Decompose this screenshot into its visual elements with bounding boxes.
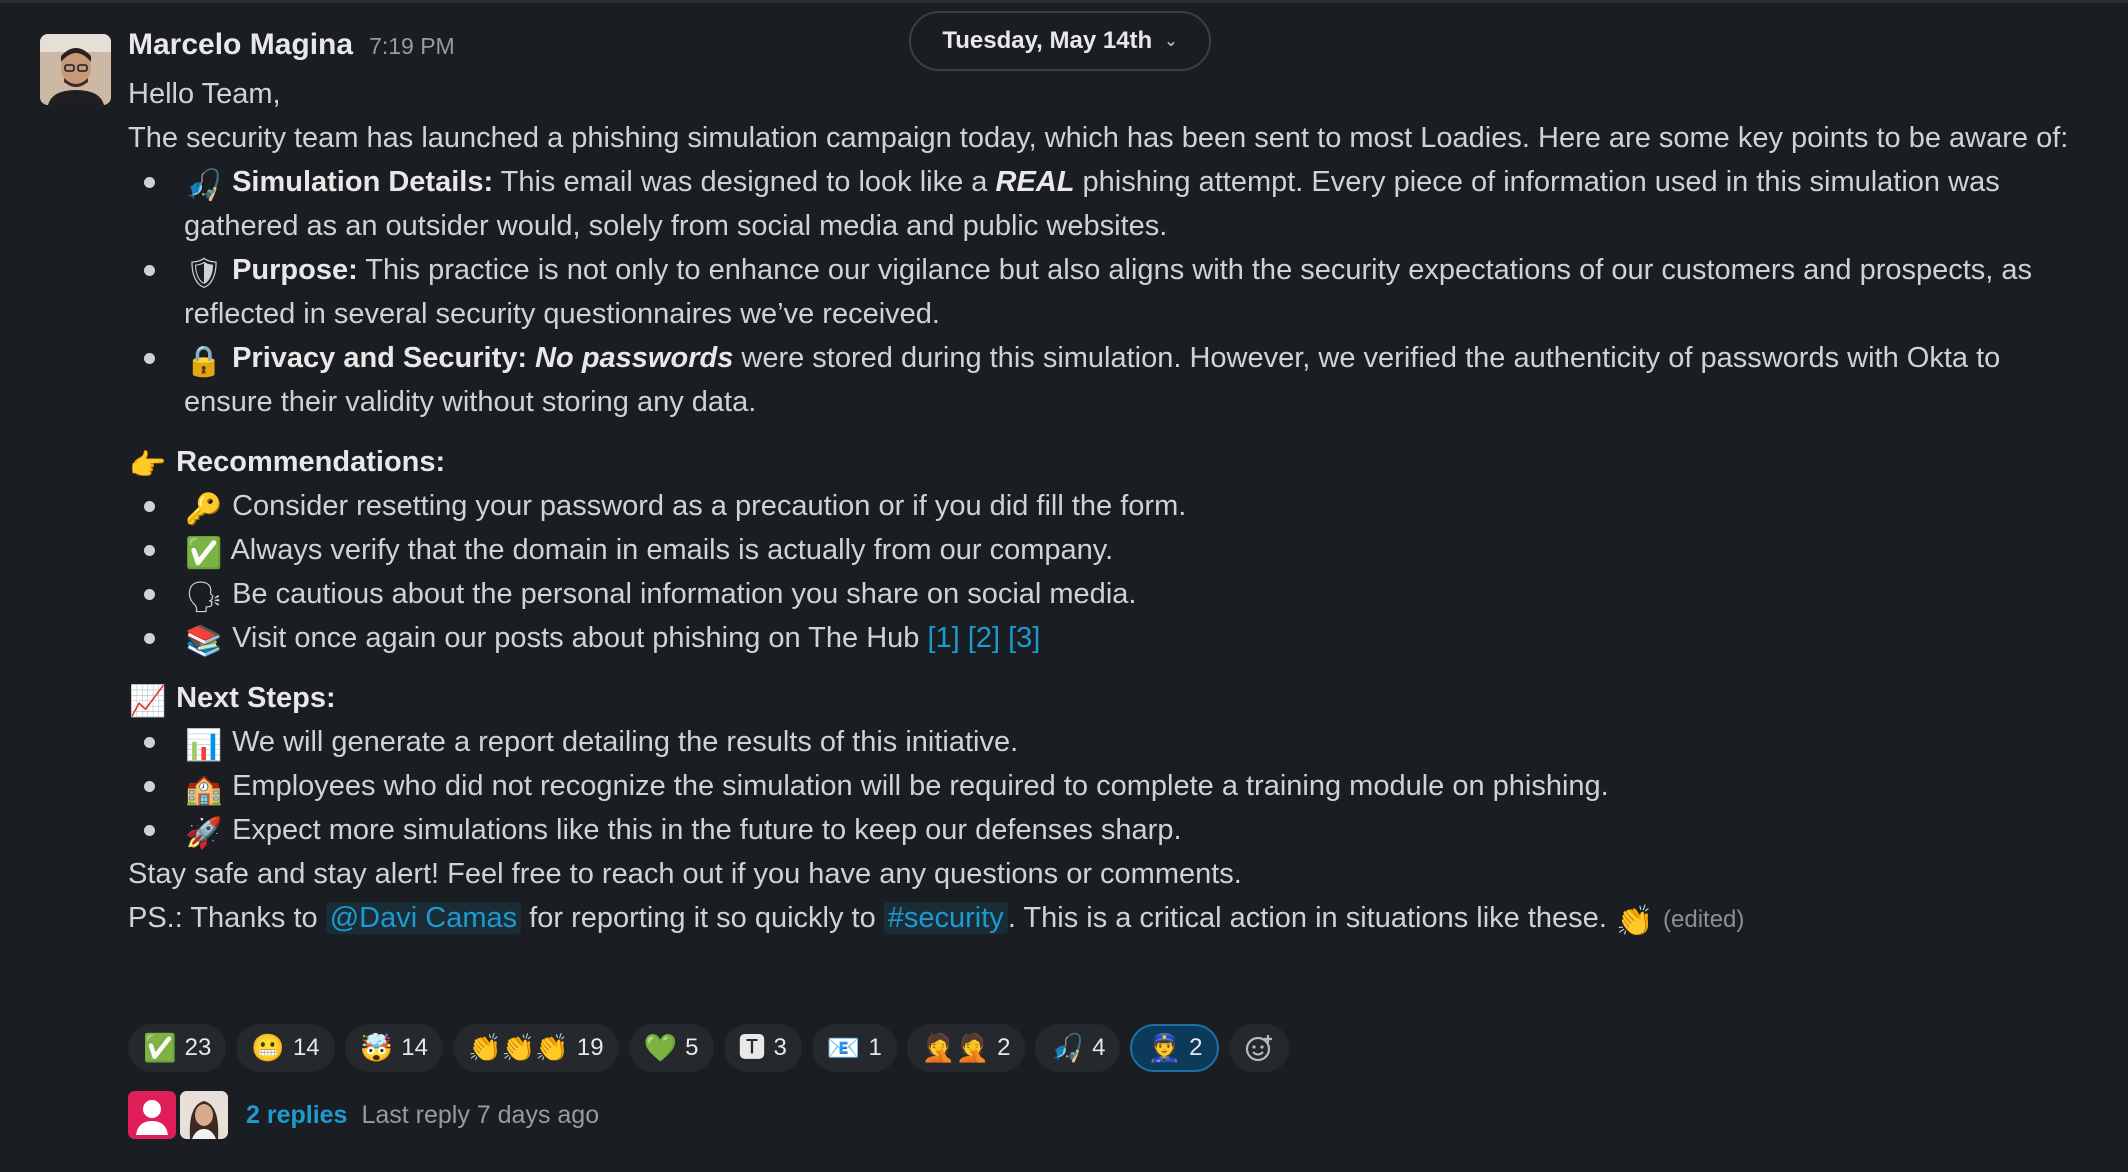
reaction-chip[interactable]: 💚 5 — [628, 1024, 714, 1072]
recommendations-heading: 👉 Recommendations: — [129, 446, 446, 483]
reaction-chip[interactable]: 📧 1 — [811, 1024, 897, 1072]
hub-link-2[interactable]: [2] — [968, 622, 1000, 654]
reaction-chip[interactable]: 🎣 4 — [1035, 1024, 1121, 1072]
point-title: Purpose: — [232, 254, 358, 286]
point-title: Simulation Details: — [232, 166, 494, 198]
closing-text: Stay safe and stay alert! Feel free to r… — [128, 858, 1242, 890]
list-item: 📚 Visit once again our posts about phish… — [128, 616, 2078, 660]
school-icon: 🏫 — [185, 772, 223, 807]
thread-summary[interactable]: 2 replies Last reply 7 days ago — [128, 1091, 599, 1139]
last-reply-text: Last reply 7 days ago — [361, 1100, 600, 1129]
add-emoji-icon — [1246, 1035, 1273, 1062]
reaction-count: 1 — [868, 1034, 882, 1061]
point-text: This practice is not only to enhance our… — [184, 254, 2033, 330]
grimacing-face-icon: 😬 — [251, 1032, 285, 1064]
list-item: 🛡 Purpose: This practice is not only to … — [128, 248, 2078, 336]
reaction-count: 3 — [773, 1034, 787, 1061]
envelope-icon: 📧 — [826, 1032, 861, 1064]
reaction-chip[interactable]: ✅ 23 — [128, 1024, 227, 1072]
user-mention[interactable]: @Davi Camas — [325, 902, 522, 934]
list-item: 🗣 Be cautious about the personal informa… — [128, 572, 2078, 616]
chart-increasing-icon: 📈 — [129, 684, 167, 719]
point-emphasis: No passwords — [535, 342, 734, 374]
green-heart-icon: 💚 — [643, 1032, 678, 1064]
channel-link[interactable]: #security — [883, 902, 1008, 934]
books-icon: 📚 — [185, 624, 223, 659]
exploding-head-icon: 🤯 — [359, 1032, 394, 1064]
next-steps-list: 📊 We will generate a report detailing th… — [128, 720, 2078, 852]
police-officer-icon: 👮 — [1147, 1032, 1182, 1064]
reaction-count: 14 — [292, 1034, 320, 1061]
thread-replies-link[interactable]: 2 replies — [246, 1101, 347, 1130]
bar-chart-icon: 📊 — [185, 728, 223, 763]
reaction-chip[interactable]: 👏👏👏 19 — [452, 1024, 619, 1072]
avatar[interactable] — [40, 34, 111, 105]
facepalm-icon: 🤦🤦 — [921, 1032, 990, 1064]
reaction-chip[interactable]: 🤦🤦 2 — [906, 1024, 1026, 1072]
fishing-pole-icon: 🎣 — [1050, 1032, 1085, 1064]
reply-avatar — [180, 1091, 228, 1139]
reaction-count: 5 — [685, 1034, 699, 1061]
reactions-bar: ✅ 23 😬 14 🤯 14 👏👏👏 19 💚 5 🆃 3 📧 1 🤦🤦 2 🎣 4 👮 2 — [128, 1024, 1290, 1072]
shield-icon: 🛡 — [184, 256, 224, 291]
next-steps-section: 📈 Next Steps: 📊 We will generate a repor… — [128, 676, 2078, 852]
recommendations-section: 👉 Recommendations: 🔑 Consider resetting … — [128, 440, 2078, 660]
edited-label: (edited) — [1663, 906, 1745, 933]
reply-avatar — [128, 1091, 176, 1139]
reaction-chip[interactable]: 🆃 3 — [723, 1024, 802, 1072]
reaction-count: 4 — [1092, 1034, 1106, 1061]
reaction-chip[interactable]: 🤯 14 — [344, 1024, 443, 1072]
add-reaction-button[interactable] — [1229, 1024, 1290, 1072]
reaction-count: 2 — [1189, 1034, 1203, 1061]
hub-link-3[interactable]: [3] — [1008, 622, 1040, 654]
check-mark-icon: ✅ — [143, 1032, 177, 1064]
list-item: 🏫 Employees who did not recognize the si… — [128, 764, 2078, 808]
reaction-chip[interactable]: 😬 14 — [236, 1024, 335, 1072]
key-points-list: 🎣 Simulation Details: This email was des… — [128, 160, 2078, 424]
point-text: This email was designed to look like a — [493, 166, 996, 198]
check-mark-icon: ✅ — [185, 536, 223, 571]
clapping-hands-icon: 👏 — [1616, 904, 1654, 939]
message-body: Hello Team, The security team has launch… — [128, 72, 2078, 942]
next-steps-heading: 📈 Next Steps: — [129, 682, 336, 719]
lock-icon: 🔒 — [185, 344, 223, 379]
list-item: 🚀 Expect more simulations like this in t… — [128, 808, 2078, 852]
message-content: Marcelo Magina 7:19 PM Hello Team, The s… — [128, 28, 2078, 942]
reaction-count: 19 — [576, 1034, 604, 1061]
reaction-count: 2 — [997, 1034, 1011, 1061]
ps-line: PS.: Thanks to @Davi Camas for reporting… — [128, 902, 1745, 939]
reaction-count: 23 — [184, 1034, 212, 1061]
message-header: Marcelo Magina 7:19 PM — [128, 28, 2078, 72]
author-name[interactable]: Marcelo Magina — [128, 28, 353, 62]
hub-link-1[interactable]: [1] — [927, 622, 959, 654]
intro-text: The security team has launched a phishin… — [128, 122, 2069, 154]
list-item: ✅ Always verify that the domain in email… — [128, 528, 2078, 572]
message: Tuesday, May 14th ⌄ Marcelo Magina 7:19 … — [0, 0, 2128, 1172]
ty-icon: 🆃 — [738, 1032, 766, 1064]
clapping-hands-icon: 👏👏👏 — [467, 1032, 569, 1064]
reaction-chip[interactable]: 👮 2 — [1130, 1024, 1220, 1072]
point-title: Privacy and Security: — [232, 342, 528, 374]
fishing-pole-icon: 🎣 — [185, 168, 223, 203]
list-item: 📊 We will generate a report detailing th… — [128, 720, 2078, 764]
reaction-count: 14 — [401, 1034, 428, 1061]
rocket-icon: 🚀 — [185, 816, 223, 851]
message-timestamp[interactable]: 7:19 PM — [369, 33, 455, 60]
list-item: 🎣 Simulation Details: This email was des… — [128, 160, 2078, 248]
pointing-hand-icon: 👉 — [129, 448, 167, 483]
point-emphasis: REAL — [995, 166, 1075, 198]
speaking-head-icon: 🗣 — [184, 580, 224, 615]
recommendations-list: 🔑 Consider resetting your password as a … — [128, 484, 2078, 660]
list-item: 🔑 Consider resetting your password as a … — [128, 484, 2078, 528]
greeting: Hello Team, — [128, 78, 281, 110]
key-icon: 🔑 — [185, 492, 223, 527]
list-item: 🔒 Privacy and Security: No passwords wer… — [128, 336, 2078, 424]
